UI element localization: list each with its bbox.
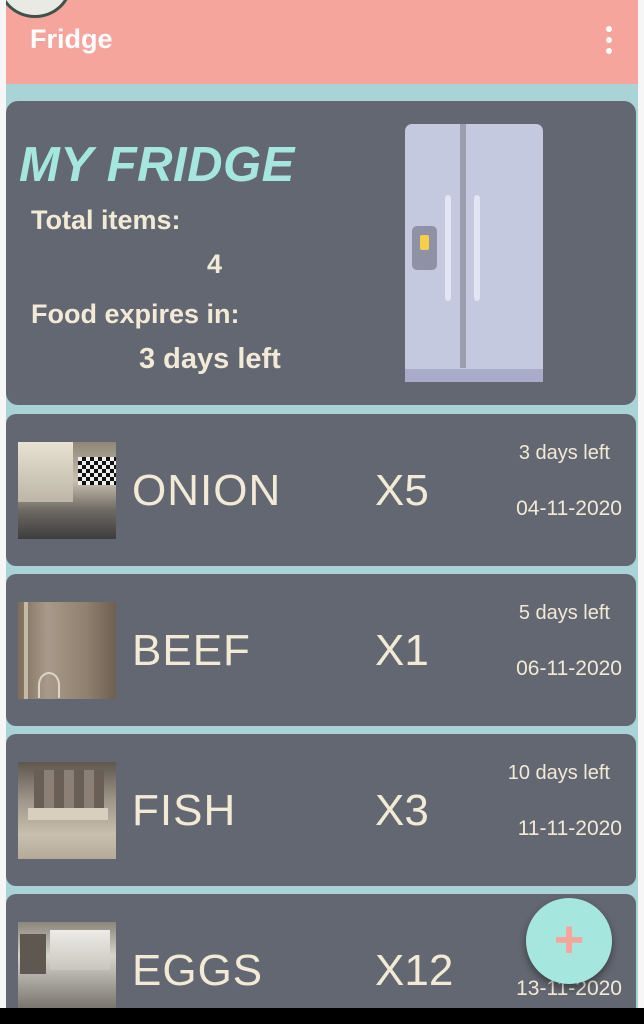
expiry-date: 11-11-2020 [517, 817, 622, 840]
days-left: 5 days left [518, 602, 610, 624]
food-quantity: X12 [375, 946, 454, 995]
food-thumbnail [18, 762, 116, 859]
expiry-date: 06-11-2020 [516, 657, 622, 680]
food-quantity: X5 [375, 466, 429, 515]
summary-title: MY FRIDGE [19, 138, 295, 192]
total-items-label: Total items: [31, 205, 181, 235]
food-quantity: X1 [375, 626, 429, 675]
expires-value: 3 days left [139, 343, 281, 375]
days-left: 3 days left [518, 442, 610, 464]
food-name: BEEF [132, 626, 251, 675]
food-name: EGGS [132, 946, 264, 995]
plus-icon: + [553, 910, 585, 969]
add-item-button[interactable]: + [526, 898, 612, 984]
expires-label: Food expires in: [31, 299, 240, 329]
food-name: ONION [132, 466, 282, 515]
fridge-icon [405, 124, 543, 382]
more-vert-icon[interactable] [604, 26, 614, 56]
food-name: FISH [132, 786, 237, 835]
food-thumbnail [18, 602, 116, 699]
total-items-value: 4 [207, 249, 223, 279]
food-quantity: X3 [375, 786, 429, 835]
app-bar: Fridge [6, 0, 638, 84]
app-root: Fridge MY FRIDGE Total items: 4 Food exp… [6, 0, 638, 1008]
food-item-card[interactable]: BEEF X1 5 days left 06-11-2020 [6, 574, 636, 726]
food-thumbnail [18, 922, 116, 1008]
food-thumbnail [18, 442, 116, 539]
app-title: Fridge [30, 24, 113, 54]
system-nav-bar [0, 1008, 644, 1024]
days-left: 10 days left [507, 762, 610, 784]
fridge-summary-card: MY FRIDGE Total items: 4 Food expires in… [6, 101, 636, 405]
food-item-card[interactable]: ONION X5 3 days left 04-11-2020 [6, 414, 636, 566]
food-item-card[interactable]: FISH X3 10 days left 11-11-2020 [6, 734, 636, 886]
avatar[interactable] [6, 0, 72, 18]
expiry-date: 04-11-2020 [516, 497, 622, 520]
